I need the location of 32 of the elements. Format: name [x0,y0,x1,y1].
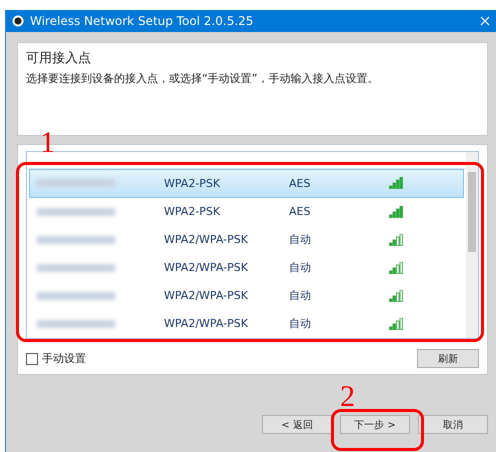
authentication-cell-text: WPA2/WPA-PSK [164,233,249,246]
access-point-row[interactable]: WPA2-PSK AES [29,169,464,198]
access-point-row[interactable]: WPA2-PSK AES [29,198,464,226]
access-point-row[interactable]: WPA2/WPA-PSK 自动 [29,226,464,254]
close-icon[interactable] [480,16,490,26]
encryption-cell-text: 自动 [289,316,312,332]
access-point-row[interactable]: WPA2/WPA-PSK 自动 [29,254,464,282]
refresh-button[interactable]: 刷新 [417,349,479,368]
encryption-cell-text: AES [289,176,312,190]
authentication-cell-text: WPA2/WPA-PSK [164,261,249,274]
authentication-cell-text: WPA2-PSK [164,176,222,190]
encryption-cell-text: AES [289,205,312,218]
section-title: 可用接入点 [26,50,92,67]
callout-number: 2 [340,382,355,412]
encryption-cell-text: 自动 [289,288,312,304]
checkbox-label: 手动设置 [42,351,86,366]
authentication-cell-text: WPA2-PSK [164,205,222,218]
window-title: Wireless Network Setup Tool 2.0.5.25 [30,14,254,28]
app-icon [12,15,24,27]
access-point-row[interactable]: WPA2/WPA-PSK 自动 [29,282,464,310]
wizard-button[interactable]: 下一步 > [340,415,410,434]
authentication-cell-text: WPA2/WPA-PSK [164,289,249,302]
encryption-cell-text: 自动 [289,232,312,248]
access-point-row[interactable]: WPA2/WPA-PSK 自动 [29,310,464,338]
section-description: 选择要连接到设备的接入点，或选择“手动设置”，手动输入接入点设置。 [26,71,380,86]
callout-number: 1 [40,128,55,158]
wizard-button[interactable]: 取消 [418,415,488,434]
encryption-cell-text: 自动 [289,260,312,276]
manual-setup-checkbox[interactable]: 手动设置 [26,351,86,366]
wizard-button[interactable]: < 返回 [262,415,332,434]
authentication-cell-text: WPA2/WPA-PSK [164,317,249,330]
scrollbar[interactable] [466,152,478,338]
